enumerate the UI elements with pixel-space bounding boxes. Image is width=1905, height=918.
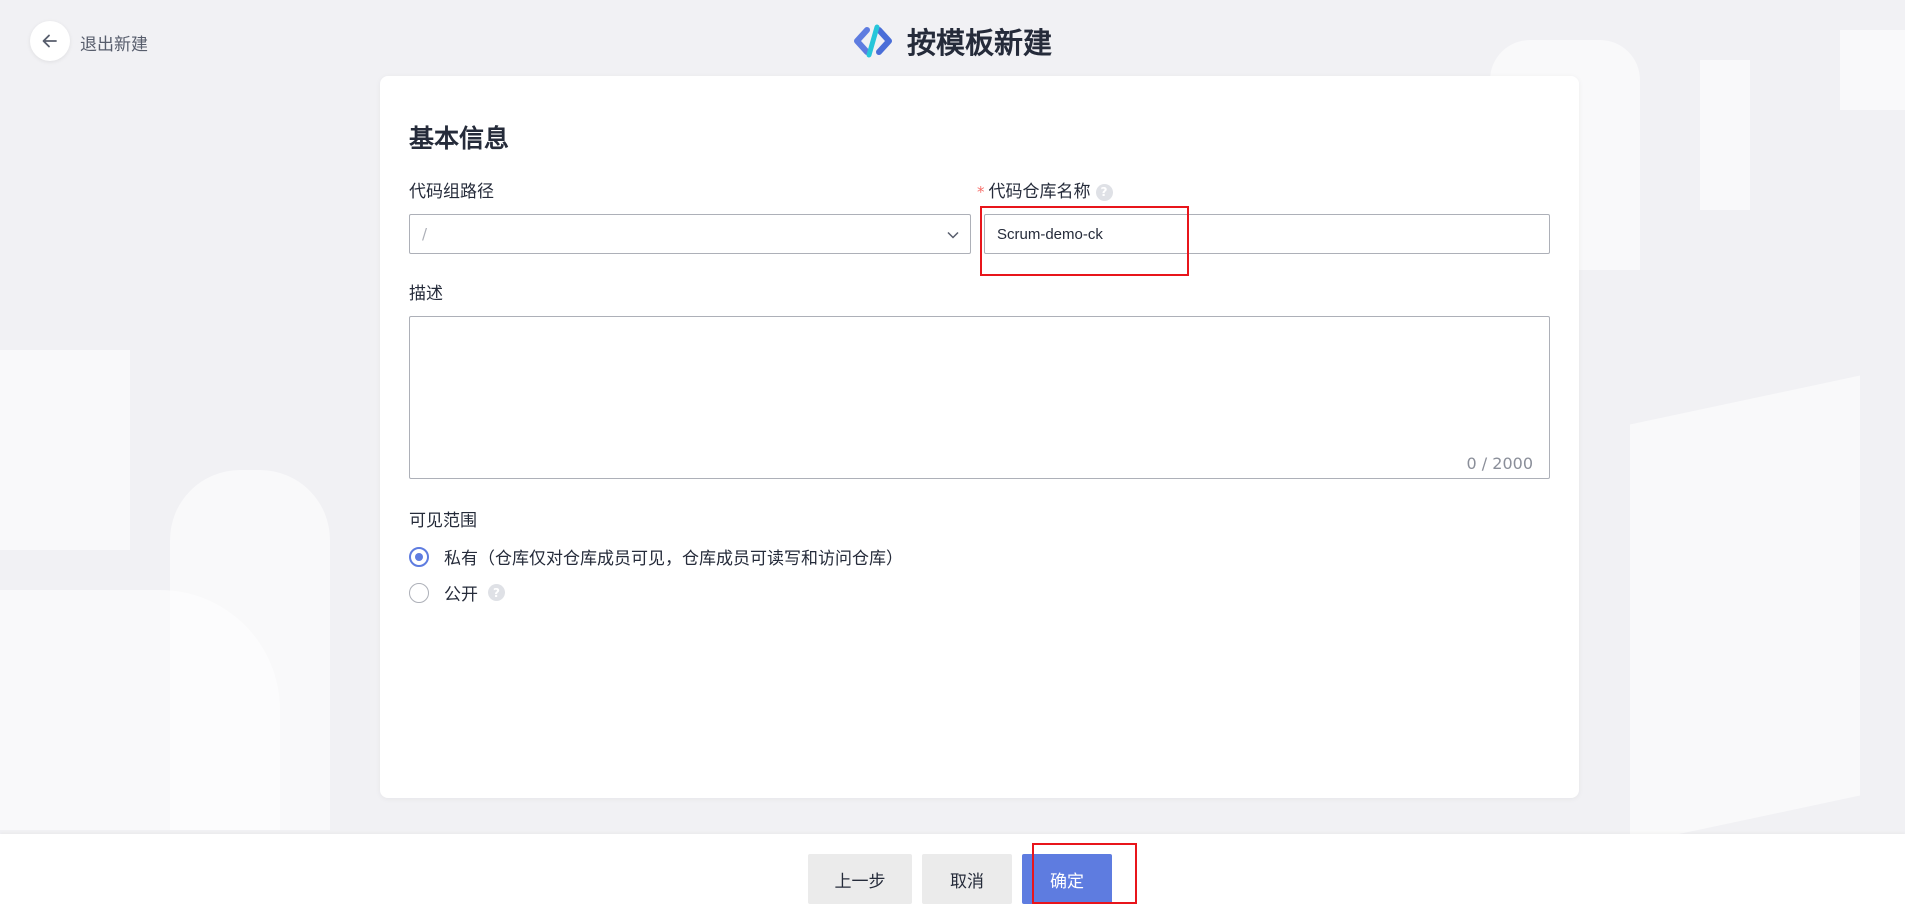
radio-unchecked-icon[interactable] — [409, 582, 429, 603]
visibility-public-label: 公开 — [444, 585, 478, 605]
description-textarea[interactable] — [409, 316, 1550, 479]
section-title: 基本信息 — [409, 124, 510, 153]
group-path-label: 代码组路径 — [409, 182, 494, 202]
confirm-button[interactable]: 确定 — [1022, 854, 1112, 904]
description-label: 描述 — [409, 284, 443, 304]
description-char-count: 0 / 2000 — [1466, 454, 1533, 473]
group-path-select[interactable]: / — [409, 214, 971, 254]
page-title: 按模板新建 — [906, 26, 1052, 60]
basic-info-card: 基本信息 代码组路径 / *代码仓库名称? 描述 0 / 2000 可见范围 私… — [380, 76, 1579, 798]
repo-name-input[interactable] — [984, 214, 1550, 254]
codehub-logo-icon — [853, 24, 892, 58]
repo-name-label-row: * 代码仓库名称? — [977, 177, 1113, 202]
visibility-private-label: 私有（仓库仅对仓库成员可见，仓库成员可读写和访问仓库） — [444, 549, 903, 569]
repo-name-label: 代码仓库名称 — [988, 182, 1091, 202]
required-mark: * — [977, 183, 985, 201]
chevron-down-icon — [947, 231, 959, 239]
visibility-private-option[interactable]: 私有（仓库仅对仓库成员可见，仓库成员可读写和访问仓库） — [409, 544, 903, 569]
page-header: 按模板新建 — [0, 20, 1905, 62]
previous-step-button[interactable]: 上一步 — [808, 854, 912, 904]
cancel-button[interactable]: 取消 — [922, 854, 1012, 904]
help-icon[interactable]: ? — [1095, 183, 1113, 201]
footer-action-bar: 上一步 取消 确定 — [0, 834, 1905, 918]
visibility-label: 可见范围 — [409, 511, 477, 531]
group-path-value: / — [422, 225, 428, 243]
visibility-public-option[interactable]: 公开 ? — [409, 580, 505, 605]
radio-checked-icon[interactable] — [409, 546, 429, 567]
help-icon[interactable]: ? — [488, 584, 505, 601]
